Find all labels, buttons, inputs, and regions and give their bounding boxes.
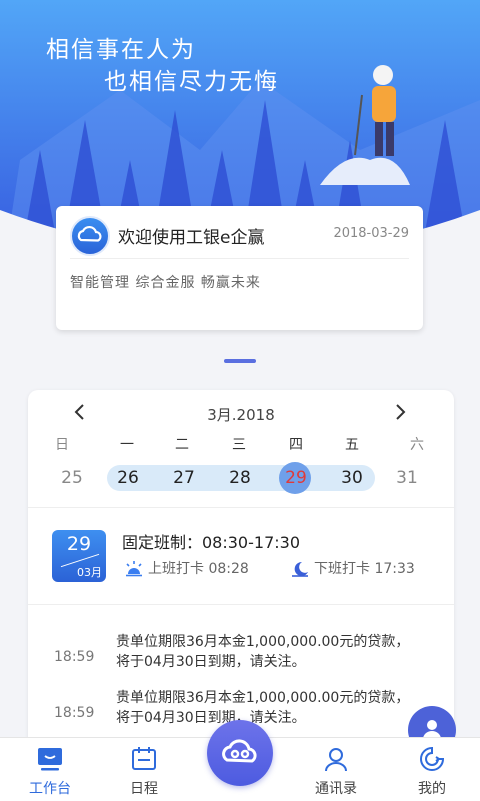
day-cell[interactable]: 25 (44, 468, 100, 488)
shift-schedule: 固定班制：08:30-17:30 (122, 533, 300, 552)
badge-month: 03月 (77, 566, 102, 579)
tab-contacts[interactable]: 通讯录 (296, 738, 376, 801)
message-text: 贵单位期限36月本金1,000,000.00元的贷款，将于04月30日到期，请关… (116, 634, 410, 670)
divider (28, 507, 454, 508)
month-navigator: 3月.2018 (28, 402, 454, 426)
welcome-date: 2018-03-29 (333, 226, 409, 241)
contact-icon (325, 748, 347, 772)
cloud-logo-icon (70, 216, 110, 256)
day-cell[interactable]: 26 (100, 468, 156, 488)
cloud-logo-icon (222, 739, 257, 763)
monitor-icon (38, 748, 62, 771)
weekday-thu: 四 (289, 437, 303, 453)
profile-icon (420, 746, 445, 771)
tab-schedule[interactable]: 日程 (104, 738, 184, 801)
day-cell[interactable]: 31 (379, 468, 435, 488)
divider (70, 258, 409, 259)
chevron-right-icon[interactable] (394, 402, 408, 427)
checkin-text: 上班打卡 08:28 (148, 561, 249, 577)
message-time: 18:59 (54, 705, 95, 721)
divider (28, 604, 454, 605)
tab-mine-label: 我的 (418, 781, 446, 797)
checkout-text: 下班打卡 17:33 (314, 561, 415, 577)
day-cell[interactable]: 30 (324, 468, 380, 488)
badge-day: 29 (66, 533, 92, 555)
month-label: 3月.2018 (207, 406, 275, 424)
welcome-card[interactable]: 欢迎使用工银e企赢 2018-03-29 智能管理 综合金服 畅赢未来 (56, 206, 423, 330)
hero-slogan-line2: 也相信尽力无悔 (104, 69, 279, 95)
checkin-status: 上班打卡 08:28 (124, 558, 249, 578)
weekday-tue: 二 (175, 437, 189, 453)
welcome-subtitle: 智能管理 综合金服 畅赢未来 (70, 275, 261, 291)
date-badge: 29 03月 (52, 530, 106, 582)
message-time: 18:59 (54, 649, 95, 665)
sun-icon (126, 561, 142, 577)
weekday-fri: 五 (345, 437, 359, 453)
center-action-button[interactable] (207, 720, 273, 786)
week-days-row: 25 26 27 28 29 30 31 (28, 462, 454, 496)
tab-workbench-label: 工作台 (29, 781, 71, 797)
tab-contacts-label: 通讯录 (315, 781, 357, 797)
day-cell[interactable]: 28 (212, 468, 268, 488)
day-cell-today[interactable]: 29 (268, 468, 324, 488)
tab-workbench[interactable]: 工作台 (10, 738, 90, 801)
weekday-sat: 六 (410, 437, 424, 453)
hero-slogan-line1: 相信事在人为 (46, 37, 196, 63)
weekday-sun: 日 (55, 437, 69, 453)
welcome-title: 欢迎使用工银e企赢 (118, 228, 265, 248)
weekday-mon: 一 (120, 437, 134, 453)
calendar-icon (132, 747, 156, 770)
moon-icon (292, 561, 308, 577)
message-item[interactable]: 18:59 贵单位期限36月本金1,000,000.00元的贷款，将于04月30… (28, 632, 454, 686)
tab-schedule-label: 日程 (130, 781, 158, 797)
page-indicator (224, 359, 256, 363)
day-cell[interactable]: 27 (156, 468, 212, 488)
weekday-wed: 三 (232, 437, 246, 453)
tab-mine[interactable]: 我的 (392, 738, 472, 801)
checkout-status: 下班打卡 17:33 (290, 558, 415, 578)
